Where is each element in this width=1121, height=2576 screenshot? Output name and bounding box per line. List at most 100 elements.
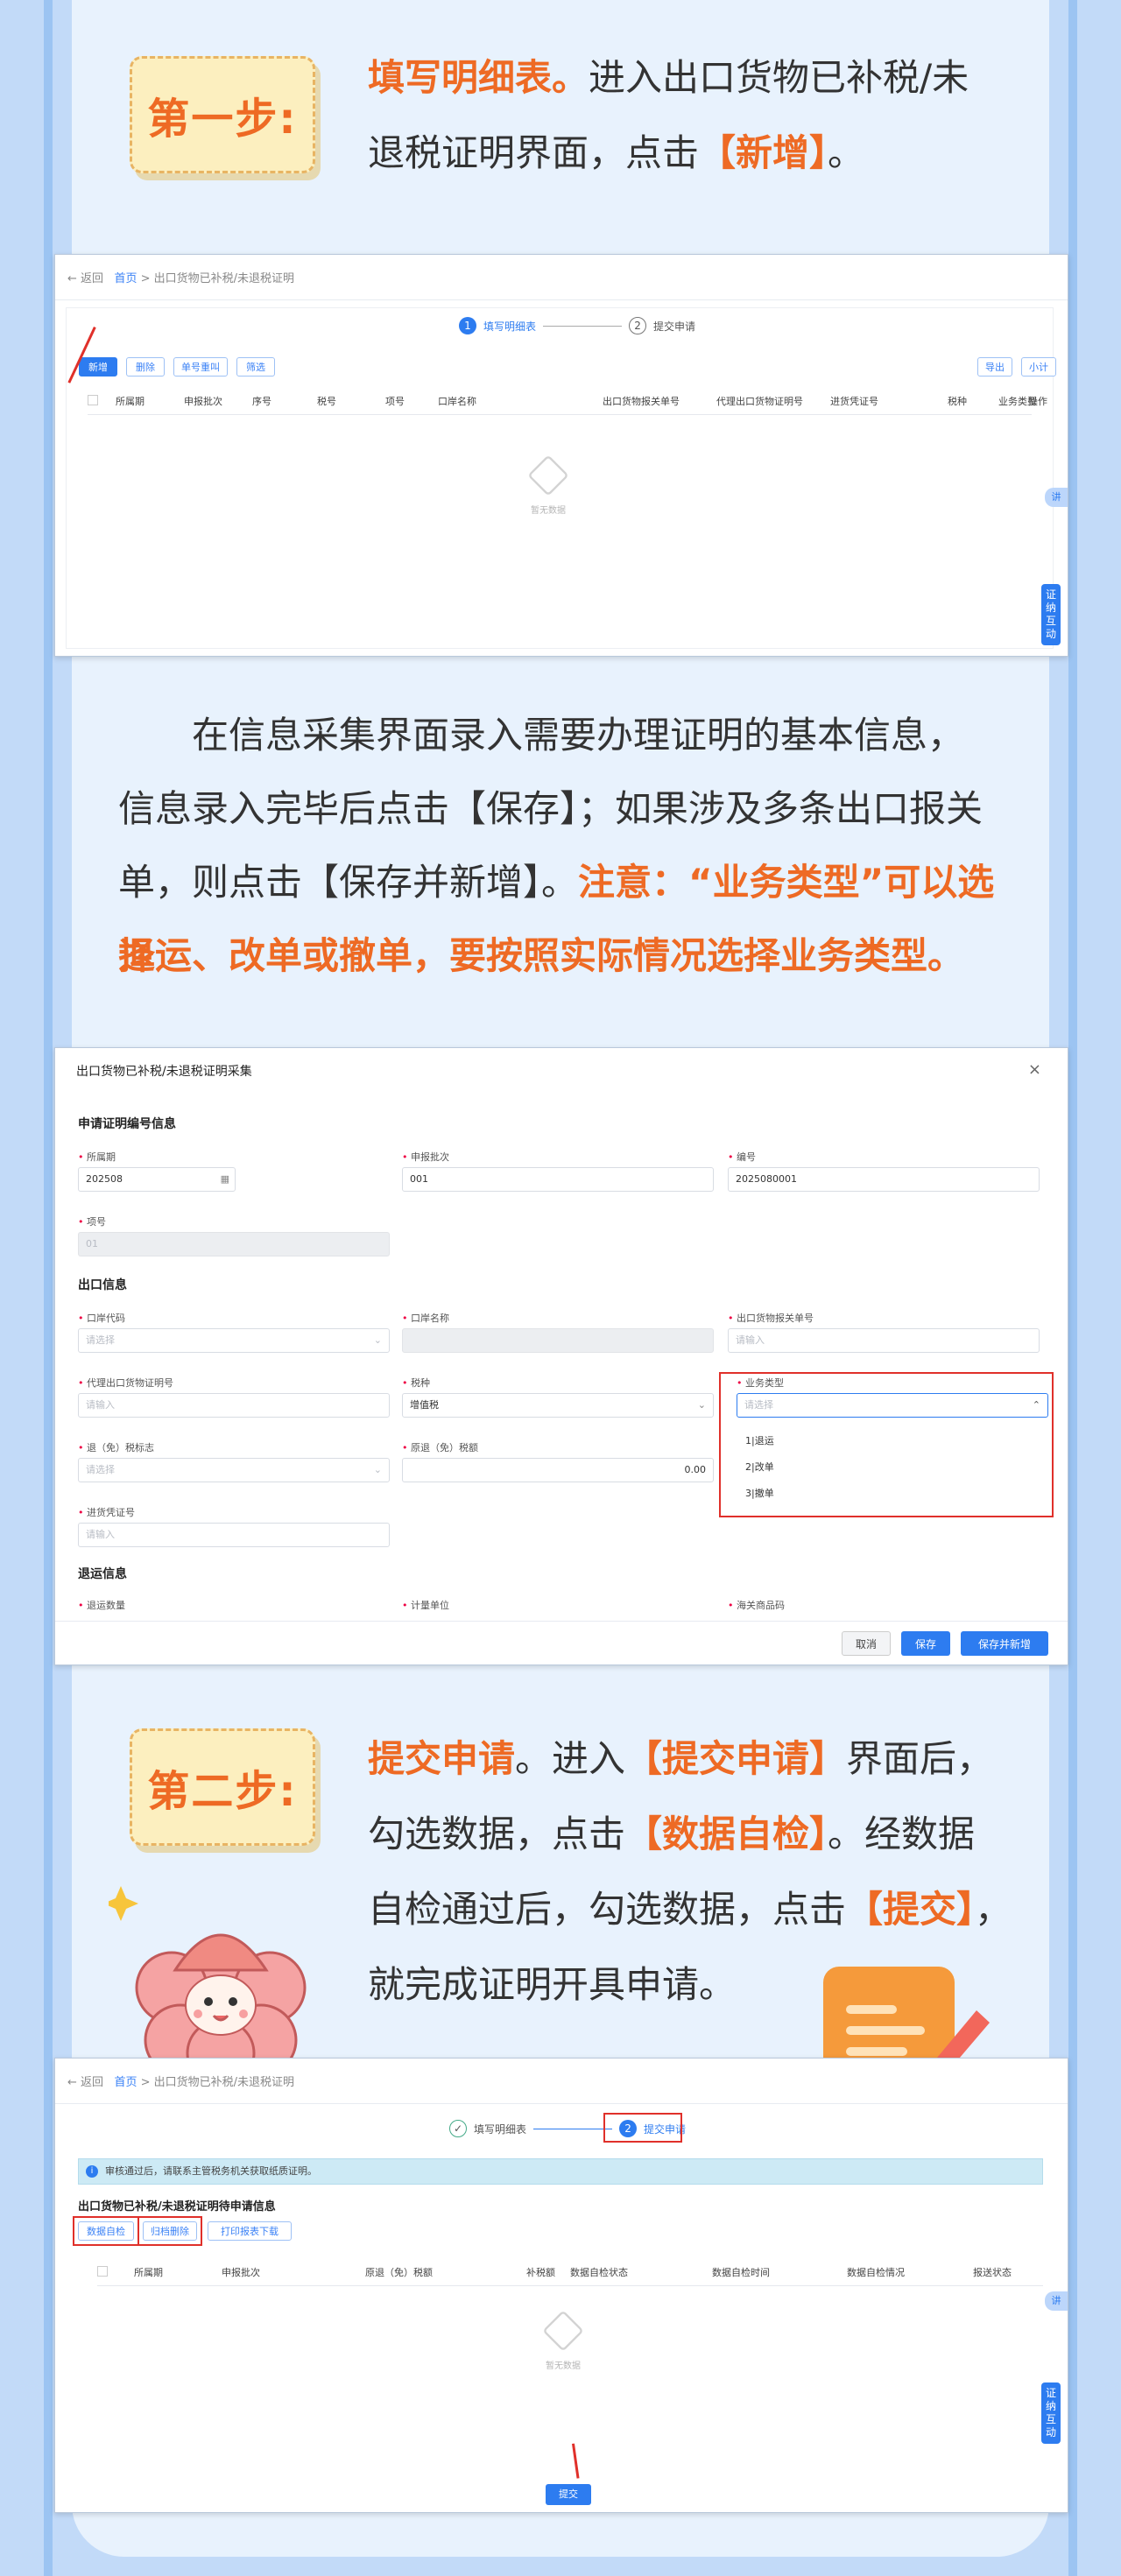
dialog-title: 出口货物已补税/未退税证明采集 — [76, 1065, 252, 1079]
col-check-time[interactable]: 数据自检时间 — [712, 2265, 770, 2279]
save-and-new-button[interactable]: 保存并新增 — [961, 1631, 1048, 1656]
col-taxno[interactable]: 税号 — [317, 394, 336, 408]
renumber-button[interactable]: 单号重叫 — [173, 357, 228, 377]
step2-line2: 勾选数据，点击【数据自检】。经数据 — [368, 1797, 1051, 1872]
close-icon[interactable]: × — [1028, 1060, 1041, 1079]
sparkle-icon — [109, 1886, 138, 1921]
col-period[interactable]: 所属期 — [116, 394, 145, 408]
label-agent-cert: 代理出口货物证明号 — [78, 1376, 173, 1390]
section-cert-no: 申请证明编号信息 — [78, 1117, 176, 1131]
label-period: 所属期 — [78, 1150, 116, 1164]
filter-button[interactable]: 筛选 — [236, 357, 275, 377]
batch-field[interactable]: 001 — [402, 1167, 714, 1192]
flower-mascot-illustration — [109, 1886, 307, 2084]
step2-t3c: ， — [975, 1888, 1012, 1931]
back-link[interactable]: ← 返回 — [67, 272, 103, 285]
col-seq[interactable]: 序号 — [252, 394, 271, 408]
subtotal-button[interactable]: 小计 — [1021, 357, 1056, 377]
step2-line3: 自检通过后，勾选数据，点击【提交】， — [368, 1872, 1051, 1947]
col-customs-no[interactable]: 出口货物报关单号 — [603, 394, 680, 408]
side-interaction-tab[interactable]: 证纳互动 — [1041, 2382, 1061, 2444]
info-text: 审核通过后，请联系主管税务机关获取纸质证明。 — [105, 2165, 317, 2177]
section-export-info: 出口信息 — [78, 1278, 127, 1292]
info-icon: i — [86, 2165, 98, 2178]
cancel-button[interactable]: 取消 — [842, 1631, 891, 1656]
number-field[interactable]: 2025080001 — [728, 1167, 1040, 1192]
col-item[interactable]: 项号 — [385, 394, 405, 408]
col-check-result[interactable]: 数据自检情况 — [847, 2265, 905, 2279]
col-batch[interactable]: 申报批次 — [222, 2265, 260, 2279]
col-report-status[interactable]: 报送状态 — [973, 2265, 1012, 2279]
add-button[interactable]: 新增 — [79, 357, 117, 377]
empty-text: 暂无数据 — [546, 2361, 581, 2371]
col-period[interactable]: 所属期 — [134, 2265, 163, 2279]
table-header: 所属期 申报批次 原退（免）税额 补税额 数据自检状态 数据自检时间 数据自检情… — [97, 2256, 1043, 2286]
crumb-current: > 出口货物已补税/未退税证明 — [137, 272, 294, 285]
tax-type-select[interactable]: 增值税 ⌄ — [402, 1393, 714, 1418]
select-all-checkbox[interactable] — [97, 2266, 108, 2277]
step2-t1d: 界面后， — [846, 1737, 994, 1780]
port-code-ph: 请选择 — [86, 1334, 115, 1346]
col-action: 操作 — [1028, 396, 1047, 407]
check-icon: ✓ — [449, 2120, 467, 2137]
empty-box-icon — [542, 2310, 584, 2352]
instruction-line3a: 单，则点击【保存并新增】。 — [118, 861, 579, 904]
customs-no-field[interactable]: 请输入 — [728, 1328, 1040, 1353]
side-interaction-tab[interactable]: 证纳互动 — [1041, 584, 1061, 645]
step2-title: 提交申请 — [368, 1737, 516, 1780]
item-field: 01 — [78, 1232, 390, 1256]
submit-button[interactable]: 提交 — [546, 2484, 591, 2505]
home-link[interactable]: 首页 — [114, 272, 137, 285]
port-code-select[interactable]: 请选择 ⌄ — [78, 1328, 390, 1353]
crumb-current: > 出口货物已补税/未退税证明 — [137, 2076, 294, 2089]
col-agent-cert[interactable]: 代理出口货物证明号 — [716, 394, 803, 408]
home-link[interactable]: 首页 — [114, 2076, 137, 2089]
list-card: 1 填写明细表 2 提交申请 新增 删除 单号重叫 筛选 导出 小计 所属期 申… — [66, 307, 1056, 649]
tax-type-value: 增值税 — [410, 1399, 439, 1411]
chevron-down-icon: ⌄ — [373, 1464, 382, 1475]
save-button[interactable]: 保存 — [901, 1631, 950, 1656]
col-batch[interactable]: 申报批次 — [184, 394, 222, 408]
export-button[interactable]: 导出 — [977, 357, 1012, 377]
step1-text2c: 。 — [828, 131, 865, 174]
label-orig-refund: 原退（免）税额 — [402, 1440, 478, 1454]
red-highlight-selfcheck — [73, 2216, 139, 2246]
info-banner: i 审核通过后，请联系主管税务机关获取纸质证明。 — [78, 2158, 1043, 2185]
col-voucher[interactable]: 进货凭证号 — [830, 394, 878, 408]
col-check-status[interactable]: 数据自检状态 — [570, 2265, 628, 2279]
calendar-icon[interactable]: ▦ — [221, 1168, 229, 1191]
side-chat-dot[interactable]: 讲 — [1045, 2291, 1068, 2311]
col-taxtype[interactable]: 税种 — [948, 394, 967, 408]
step2-submit: 【提交】 — [846, 1888, 976, 1931]
screenshot-detail-list: ← 返回 首页 > 出口货物已补税/未退税证明 1 填写明细表 2 提交申请 新… — [54, 254, 1068, 657]
label-hs-code: 海关商品码 — [728, 1598, 785, 1612]
delete-button[interactable]: 删除 — [126, 357, 165, 377]
col-port[interactable]: 口岸名称 — [438, 394, 476, 408]
step2-t3a: 自检通过后，勾选数据，点击 — [368, 1888, 847, 1931]
instruction-line4: 退运、改单或撤单，要按照实际情况选择业务类型。 — [118, 919, 1012, 993]
dialog-footer: 取消 保存 保存并新增 — [55, 1621, 1068, 1665]
step-label-fill[interactable]: 填写明细表 — [483, 319, 536, 334]
back-link[interactable]: ← 返回 — [67, 2076, 103, 2089]
col-orig-refund[interactable]: 原退（免）税额 — [365, 2265, 433, 2279]
agent-cert-field[interactable]: 请输入 — [78, 1393, 390, 1418]
refund-flag-select[interactable]: 请选择 ⌄ — [78, 1458, 390, 1482]
col-extra-tax[interactable]: 补税额 — [526, 2265, 555, 2279]
orig-refund-field[interactable]: 0.00 — [402, 1458, 714, 1482]
side-chat-dot[interactable]: 讲 — [1045, 488, 1068, 507]
refund-flag-ph: 请选择 — [86, 1464, 115, 1475]
red-highlight-archive — [137, 2216, 202, 2246]
left-frame-edge — [44, 0, 53, 2576]
step2-t2a: 勾选数据，点击 — [368, 1812, 626, 1855]
label-batch: 申报批次 — [402, 1150, 449, 1164]
empty-state: 暂无数据 — [511, 2310, 616, 2371]
step2-t1b: 。进入 — [515, 1737, 626, 1780]
print-download-button[interactable]: 打印报表下载 — [208, 2221, 292, 2241]
red-highlight-step — [603, 2113, 682, 2143]
select-all-checkbox[interactable] — [88, 395, 98, 405]
period-field[interactable]: 202508 ▦ — [78, 1167, 236, 1192]
label-refund-flag: 退（免）税标志 — [78, 1440, 154, 1454]
step-label-fill[interactable]: 填写明细表 — [474, 2122, 526, 2136]
step-label-submit[interactable]: 提交申请 — [653, 319, 695, 334]
voucher-field[interactable]: 请输入 — [78, 1523, 390, 1547]
